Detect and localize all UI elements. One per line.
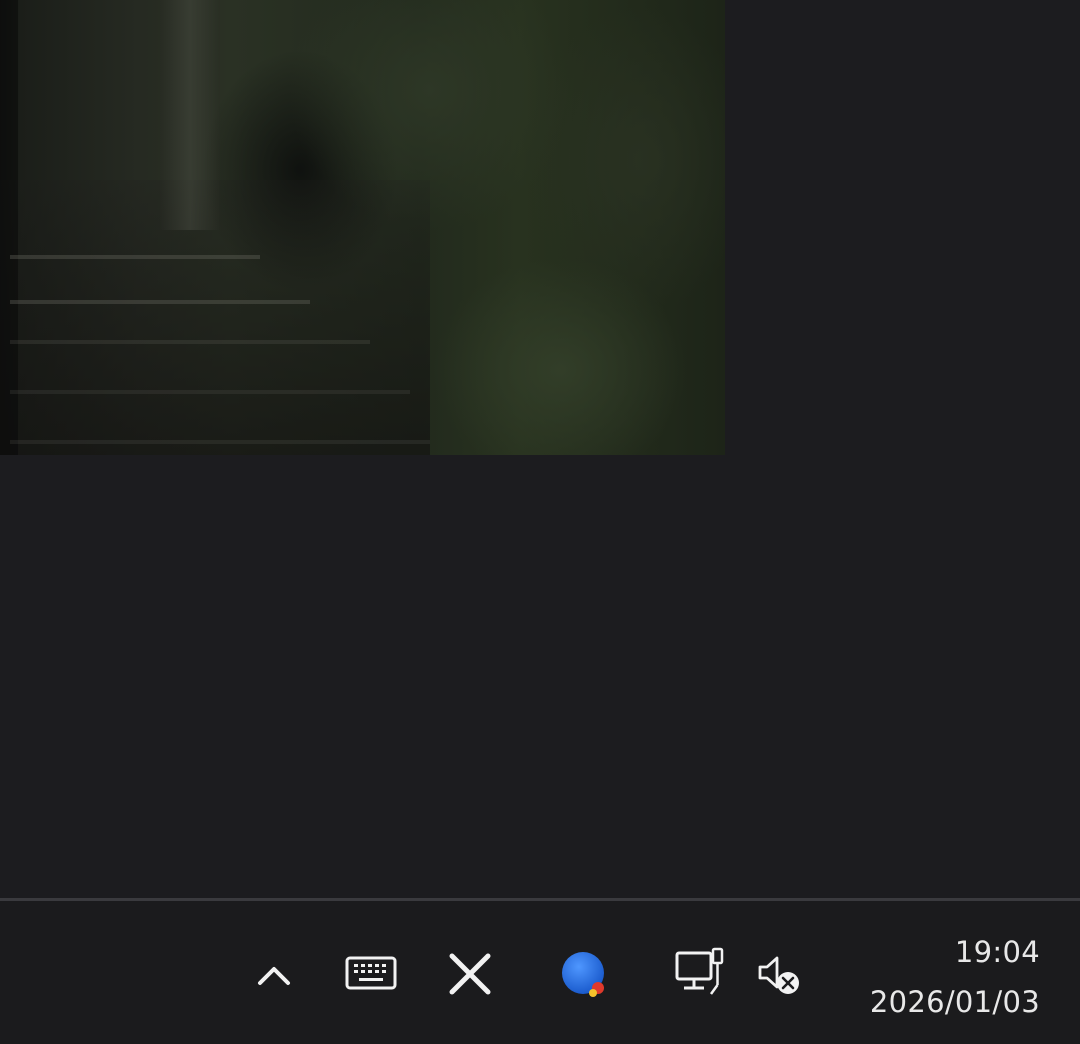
wallpaper-step	[10, 390, 410, 394]
network-status-button[interactable]	[670, 943, 732, 1003]
network-wired-icon	[675, 947, 724, 995]
app-tray-button[interactable]	[552, 945, 618, 1005]
clock-time: 19:04	[954, 935, 1040, 969]
close-x-icon	[449, 953, 491, 995]
volume-button[interactable]	[752, 947, 808, 1003]
clock-date: 2026/01/03	[869, 985, 1040, 1019]
taskbar: 19:04 2026/01/03	[0, 898, 1080, 1044]
wallpaper-pillar	[160, 0, 220, 230]
clock-button[interactable]: 19:04 2026/01/03	[870, 927, 1040, 1027]
app-blue-circle-icon	[562, 952, 604, 997]
chevron-up-icon	[258, 967, 290, 985]
touch-keyboard-icon	[345, 956, 397, 990]
desktop	[0, 0, 1080, 898]
wallpaper-shadow	[0, 0, 18, 455]
wallpaper-step	[10, 440, 430, 444]
wallpaper-step	[10, 255, 260, 259]
wallpaper-step	[10, 340, 370, 344]
show-hidden-icons-button[interactable]	[248, 953, 300, 995]
wallpaper-step	[10, 300, 310, 304]
touch-keyboard-button[interactable]	[340, 949, 402, 997]
x-app-tray-button[interactable]	[440, 947, 500, 1001]
volume-muted-icon	[758, 956, 799, 994]
wallpaper-image	[0, 0, 725, 455]
